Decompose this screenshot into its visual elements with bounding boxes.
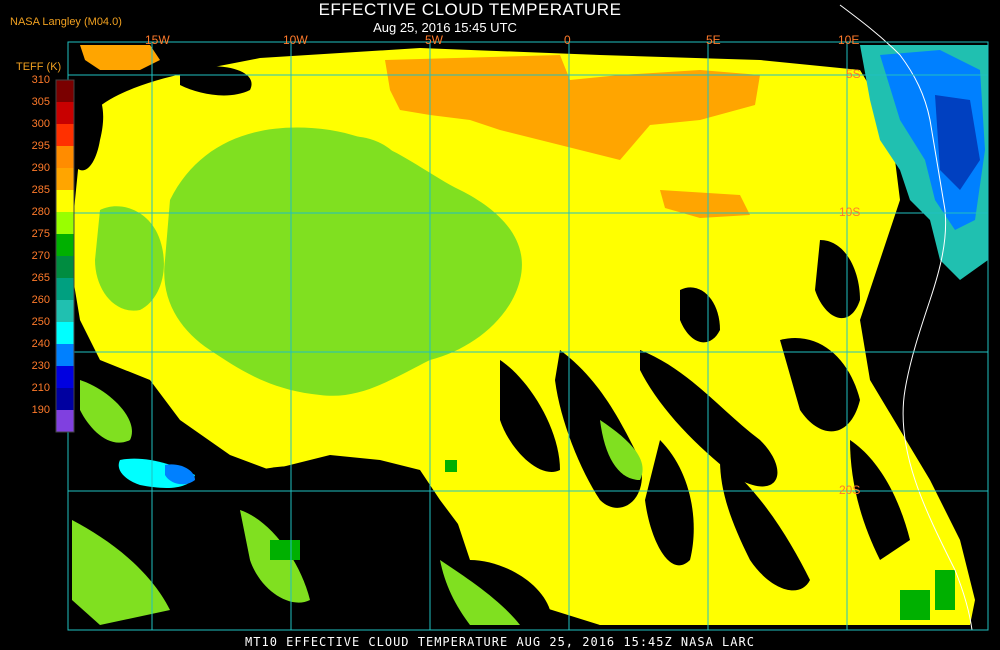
colorbar-swatch <box>56 234 74 256</box>
colorbar-label: 285 <box>31 184 50 196</box>
colorbar-swatch <box>56 80 74 102</box>
colorbar-swatch <box>56 168 74 190</box>
lon-label-5w: 5W <box>425 33 443 47</box>
timestamp: Aug 25, 2016 15:45 UTC <box>373 20 517 35</box>
colorbar-swatch <box>56 190 74 212</box>
lat-label-20s: 20S <box>839 483 861 497</box>
colorbar-label: 240 <box>31 338 50 350</box>
colorbar-label: 305 <box>31 96 50 108</box>
lat-label-10s: 10S <box>839 205 861 219</box>
colorbar-label: 295 <box>31 140 50 152</box>
lon-label-5e: 5E <box>706 33 721 47</box>
lat-label-5s: 5S <box>846 67 861 81</box>
chart-title: EFFECTIVE CLOUD TEMPERATURE <box>318 0 622 19</box>
colorbar-swatch <box>56 102 74 124</box>
colorbar-swatch <box>56 322 74 344</box>
colorbar-label: 300 <box>31 118 50 130</box>
colorbar-label: 230 <box>31 360 50 372</box>
colorbar-label: 265 <box>31 272 50 284</box>
satellite-map <box>55 4 989 631</box>
colorbar-swatch <box>56 410 74 432</box>
colorbar-label: 275 <box>31 228 50 240</box>
colorbar-swatch <box>56 278 74 300</box>
colorbar-label: 210 <box>31 382 50 394</box>
colorbar-label: 280 <box>31 206 50 218</box>
colorbar-label: 260 <box>31 294 50 306</box>
lon-label-10w: 10W <box>283 33 308 47</box>
colorbar-label: 190 <box>31 404 50 416</box>
lon-label-0: 0 <box>564 33 571 47</box>
producer-label: NASA Langley (M04.0) <box>10 16 122 28</box>
colorbar-swatch <box>56 300 74 322</box>
colorbar-title: TEFF (K) <box>16 61 62 73</box>
footer-caption: MT10 EFFECTIVE CLOUD TEMPERATURE AUG 25,… <box>245 635 755 649</box>
lon-label-15w: 15W <box>145 33 170 47</box>
colorbar-swatch <box>56 256 74 278</box>
colorbar-swatch <box>56 212 74 234</box>
colorbar <box>56 80 74 432</box>
colorbar-swatch <box>56 366 74 388</box>
colorbar-label: 290 <box>31 162 50 174</box>
colorbar-label: 250 <box>31 316 50 328</box>
colorbar-swatch <box>56 388 74 410</box>
colorbar-swatch <box>56 146 74 168</box>
colorbar-label: 270 <box>31 250 50 262</box>
lon-label-10e: 10E <box>838 33 860 47</box>
colorbar-swatch <box>56 344 74 366</box>
colorbar-label: 310 <box>31 74 50 86</box>
colorbar-swatch <box>56 124 74 146</box>
